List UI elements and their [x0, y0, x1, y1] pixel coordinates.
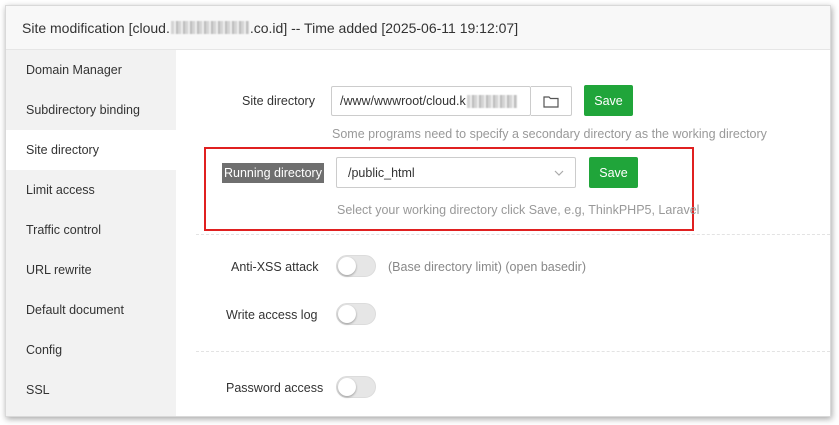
sidebar-item-label: Traffic control — [26, 223, 102, 237]
anti-xss-label: Anti-XSS attack — [231, 260, 319, 274]
sidebar-item-label: Subdirectory binding — [26, 103, 140, 117]
password-access-label: Password access — [226, 381, 324, 395]
redacted-domain — [170, 21, 249, 34]
sidebar-item-url-rewrite[interactable]: URL rewrite — [6, 250, 176, 290]
folder-icon — [543, 95, 559, 108]
site-directory-input[interactable]: /www/wwwroot/cloud.k — [331, 86, 531, 116]
divider — [196, 351, 830, 352]
dialog-title-prefix: Site modification [cloud. — [22, 19, 170, 36]
chevron-down-icon — [554, 170, 564, 176]
sidebar-item-label: SSL — [26, 383, 50, 397]
site-directory-save-button[interactable]: Save — [584, 85, 633, 116]
anti-xss-toggle[interactable] — [336, 255, 376, 277]
sidebar-item-site-directory[interactable]: Site directory — [6, 130, 176, 170]
sidebar-item-traffic-control[interactable]: Traffic control — [6, 210, 176, 250]
running-directory-label: Running directory — [222, 163, 324, 183]
dialog-title-suffix: .co.id] -- Time added [2025-06-11 19:12:… — [249, 19, 519, 36]
sidebar-item-domain-manager[interactable]: Domain Manager — [6, 50, 176, 90]
sidebar-item-ssl[interactable]: SSL — [6, 370, 176, 410]
site-directory-value: /www/wwwroot/cloud.k — [340, 94, 466, 108]
access-log-label: Write access log — [226, 308, 318, 322]
running-directory-save-button[interactable]: Save — [589, 157, 638, 188]
running-directory-select[interactable]: /public_html — [336, 157, 576, 188]
sidebar-item-limit-access[interactable]: Limit access — [6, 170, 176, 210]
site-modification-dialog: Site modification [cloud. .co.id] -- Tim… — [5, 5, 831, 417]
anti-xss-note: (Base directory limit) (open basedir) — [388, 260, 586, 274]
site-directory-hint: Some programs need to specify a secondar… — [332, 127, 767, 141]
sidebar-item-config[interactable]: Config — [6, 330, 176, 370]
sidebar-item-label: Limit access — [26, 183, 95, 197]
site-directory-label: Site directory — [242, 94, 315, 108]
site-directory-panel: Site directory /www/wwwroot/cloud.k Save… — [176, 50, 830, 416]
dialog-title: Site modification [cloud. .co.id] -- Tim… — [6, 6, 830, 50]
sidebar-item-label: Config — [26, 343, 63, 357]
sidebar: Domain Manager Subdirectory binding Site… — [6, 50, 176, 416]
divider — [196, 234, 830, 235]
sidebar-item-subdirectory-binding[interactable]: Subdirectory binding — [6, 90, 176, 130]
access-log-toggle[interactable] — [336, 303, 376, 325]
sidebar-item-label: Domain Manager — [26, 63, 122, 77]
sidebar-item-default-document[interactable]: Default document — [6, 290, 176, 330]
toggle-knob — [338, 378, 356, 396]
redacted-path — [466, 94, 517, 108]
sidebar-item-label: Site directory — [26, 143, 99, 157]
running-directory-selected: /public_html — [348, 165, 415, 180]
password-access-toggle[interactable] — [336, 376, 376, 398]
toggle-knob — [338, 305, 356, 323]
sidebar-item-label: URL rewrite — [26, 263, 92, 277]
running-directory-hint: Select your working directory click Save… — [337, 203, 700, 217]
sidebar-item-label: Default document — [26, 303, 124, 317]
toggle-knob — [338, 257, 356, 275]
folder-browse-button[interactable] — [531, 86, 572, 116]
